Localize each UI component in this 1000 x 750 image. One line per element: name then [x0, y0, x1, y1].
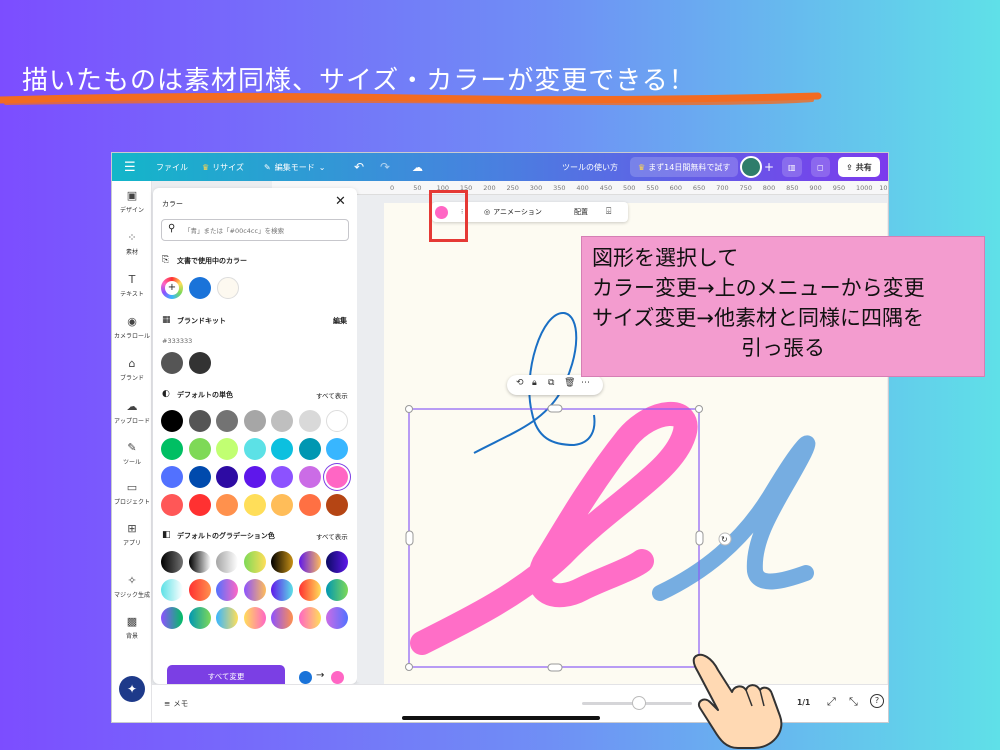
notes-icon: ≡ [164, 699, 171, 708]
refresh-icon[interactable]: ⟲ [516, 378, 524, 388]
animation-icon: ◎ [484, 208, 491, 216]
title-underline [0, 92, 822, 106]
animation-label: アニメーション [493, 208, 542, 216]
page-count[interactable]: 1/1 [797, 698, 810, 707]
pointing-hand-icon [692, 653, 783, 749]
svg-text:↻: ↻ [721, 535, 728, 544]
rotate-handle[interactable]: ↻ [718, 532, 732, 546]
position-button[interactable]: 配置 [574, 202, 588, 222]
element-mini-toolbar: ⟲ 🔒︎ ⧉ 🗑︎ ⋯ [507, 375, 603, 395]
highlight-box [429, 190, 468, 242]
help-icon[interactable]: ? [870, 694, 884, 708]
callout-line-3: サイズ変更→他素材と同様に四隅を [592, 306, 924, 330]
zoom-slider-thumb[interactable] [632, 696, 646, 710]
more-icon[interactable]: ⋯ [581, 378, 590, 388]
fullscreen-icon[interactable]: ⤡ [849, 695, 858, 709]
expand-icon[interactable]: ⤢ [827, 695, 836, 709]
instruction-callout: 図形を選択して カラー変更→上のメニューから変更 サイズ変更→他素材と同様に四隅… [581, 236, 985, 377]
lock-icon[interactable]: 🔒︎ [532, 378, 537, 388]
notes-button[interactable]: ≡ メモ [164, 698, 188, 709]
blue-loop-stroke[interactable] [652, 435, 816, 601]
duplicate-icon[interactable]: ⧉ [548, 378, 554, 388]
paint-roller-icon[interactable]: ⌹ [606, 202, 611, 222]
delete-icon[interactable]: 🗑︎ [564, 378, 575, 388]
animation-button[interactable]: ◎ アニメーション [484, 202, 542, 222]
pink-loop-stroke[interactable] [410, 402, 698, 655]
callout-line-2: カラー変更→上のメニューから変更 [592, 276, 925, 300]
callout-line-1: 図形を選択して [592, 246, 739, 270]
callout-line-4: 引っ張る [741, 336, 825, 360]
home-indicator [402, 716, 600, 720]
notes-label: メモ [173, 699, 189, 708]
